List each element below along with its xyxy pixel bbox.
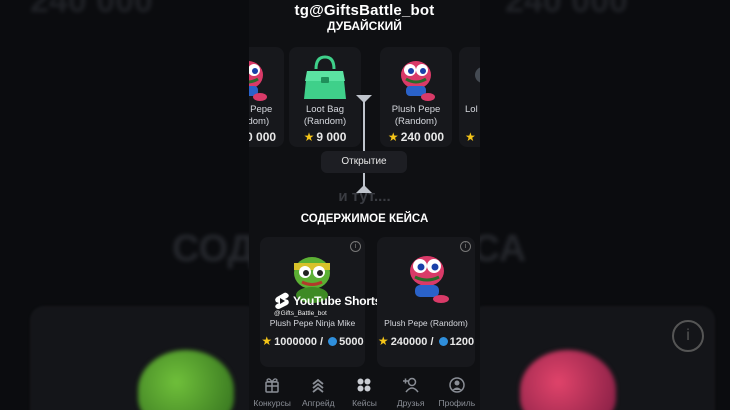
item-name: Plush Pepe (Random) [391, 104, 441, 127]
pointer-arrow-top [356, 95, 372, 103]
item-price: ★ [459, 130, 480, 144]
gift-icon [265, 378, 279, 393]
shorts-logo-icon [275, 292, 289, 309]
roulette-item: Plush Pepe (Random) ★240 000 [249, 47, 284, 147]
roulette-item: Plush Pepe (Random) ★240 000 [380, 47, 452, 147]
ton-price: 5000 [339, 336, 364, 348]
item-name: Plush Pepe (Random) [249, 104, 273, 127]
star-icon: ★ [465, 130, 476, 144]
teaser-text: и тут.... [338, 188, 391, 205]
nav-label: Кейсы [352, 398, 377, 408]
nav-item-cases[interactable]: Кейсы [341, 372, 387, 410]
ton-icon [328, 337, 338, 346]
item-price: ★240 000 [249, 130, 277, 144]
nav-item-profile[interactable]: Профиль [434, 372, 480, 410]
open-case-button[interactable]: Открытие [321, 151, 407, 173]
ghost-info-icon: i [672, 320, 704, 352]
bot-handle: tg@GiftsBattle_bot [294, 2, 435, 19]
roulette-item: Loot Bag (Random) ★ 9 000 [289, 47, 361, 147]
roulette-item: Lol ★ [459, 47, 480, 147]
card-item-name: Plush Pepe (Random) [384, 318, 468, 328]
star-icon: ★ [261, 334, 273, 348]
nav-item-friends[interactable]: Друзья [388, 372, 434, 410]
lol-pop-icon [475, 67, 480, 83]
item-price: ★ 9 000 [303, 130, 347, 144]
plush-pepe-icon [401, 61, 435, 101]
add-friend-icon [402, 377, 419, 393]
star-icon: ★ [377, 334, 389, 348]
youtube-shorts-watermark: YouTube Shorts [274, 292, 381, 310]
info-icon[interactable]: i [460, 241, 471, 252]
plush-pepe-icon [410, 256, 449, 303]
roulette-strip: Plush Pepe (Random) ★240 000 Loot Bag (R… [249, 47, 480, 193]
roulette-pointer [363, 97, 365, 191]
item-price: ★240 000 [387, 130, 445, 144]
price-separator: / [320, 336, 324, 348]
loot-bag-icon [304, 55, 346, 99]
ghost-price-left: 240 000 [30, 0, 153, 20]
app-screen: tg@GiftsBattle_bot ДУБАЙСКИЙ Plush Pepe … [249, 0, 480, 410]
bottom-navigation: Конкурсы Апгрейд Кейсы Друзья Профиль [249, 372, 480, 410]
nav-label: Друзья [396, 398, 425, 408]
star-price: 240000 [390, 336, 428, 348]
item-name: Lol [465, 104, 478, 115]
info-icon[interactable]: i [350, 241, 361, 252]
case-contents-title: СОДЕРЖИМОЕ КЕЙСА [300, 213, 429, 225]
upgrade-chevrons-icon [312, 378, 324, 393]
content-card[interactable]: i YouTube Shorts @Gifts_Battle_bot Plush… [260, 237, 381, 367]
plush-pepe-icon [249, 61, 267, 101]
ghost-price-right: 240 000 [505, 0, 628, 20]
star-icon: ★ [303, 130, 315, 144]
nav-label: Апгрейд [302, 398, 335, 408]
content-card[interactable]: i Plush Pepe (Random) ★ 240000 / 1200 [377, 237, 475, 367]
item-name: Loot Bag (Random) [303, 104, 347, 127]
watermark-handle: @Gifts_Battle_bot [274, 310, 327, 317]
nav-label: Профиль [438, 398, 476, 408]
nav-label: Конкурсы [253, 398, 291, 408]
case-title: ДУБАЙСКИЙ [327, 19, 402, 33]
card-prices: ★ 240000 / 1200 [377, 334, 475, 348]
ton-price: 1200 [449, 336, 475, 348]
cases-grid-icon [357, 378, 371, 392]
card-item-name: Plush Pepe Ninja Mike [269, 318, 356, 328]
nav-item-upgrade[interactable]: Апгрейд [295, 372, 341, 410]
star-icon: ★ [387, 130, 399, 144]
card-prices: ★ 1000000 / 5000 [260, 334, 365, 348]
price-separator: / [430, 336, 434, 348]
nav-item-contests[interactable]: Конкурсы [249, 372, 295, 410]
profile-icon [449, 377, 465, 393]
ton-icon [438, 337, 448, 346]
star-price: 1000000 [274, 336, 317, 348]
